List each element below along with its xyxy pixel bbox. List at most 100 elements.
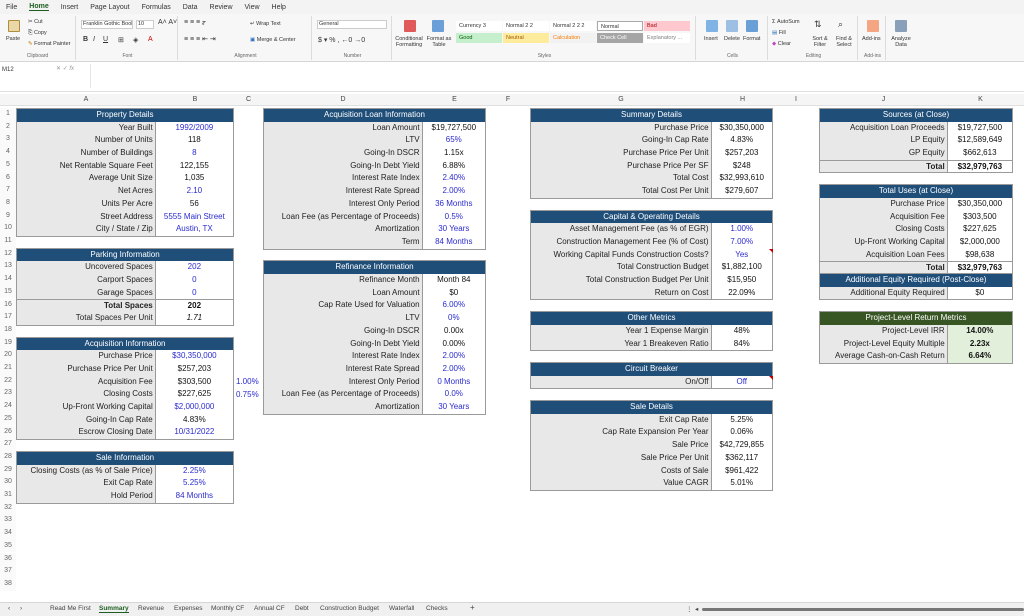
row-header[interactable]: 21 xyxy=(0,362,16,375)
row-value[interactable]: 5.25% xyxy=(155,477,233,490)
menu-insert[interactable]: Insert xyxy=(61,4,79,11)
sheet-tab-revenue[interactable]: Revenue xyxy=(138,605,164,612)
row-value[interactable]: $30,350,000 xyxy=(947,197,1012,211)
row-value[interactable]: $15,950 xyxy=(711,274,772,287)
fill-button[interactable]: ▤ Fill xyxy=(772,30,786,36)
row-value[interactable]: $227,625 xyxy=(947,223,1012,236)
row-header[interactable]: 10 xyxy=(0,222,16,235)
format-as-table-icon[interactable] xyxy=(432,20,444,32)
sheet-tab-annual-cf[interactable]: Annual CF xyxy=(254,605,285,612)
sheet-tab-checks[interactable]: Checks xyxy=(426,605,448,612)
row-header[interactable]: 33 xyxy=(0,514,16,528)
comment-indicator-icon[interactable] xyxy=(769,375,773,380)
row-header[interactable]: 7 xyxy=(0,184,16,197)
tab-options-icon[interactable]: ⋮ xyxy=(686,605,693,613)
align-horizontal-icons[interactable]: ≡ ≡ ≡ ⇤ ⇥ xyxy=(184,35,216,43)
row-value[interactable]: $19,727,500 xyxy=(947,121,1012,135)
menu-file[interactable]: File xyxy=(6,4,17,11)
format-painter-button[interactable]: ✎ Format Painter xyxy=(28,41,71,47)
row-value[interactable]: 30 Years xyxy=(422,400,485,414)
row-value[interactable]: 14.00% xyxy=(947,324,1012,338)
row-header[interactable]: 20 xyxy=(0,349,16,362)
font-name-select[interactable]: Franklin Gothic Book xyxy=(81,20,133,29)
row-value[interactable]: 2.00% xyxy=(422,362,485,376)
add-sheet-icon[interactable]: + xyxy=(470,603,475,612)
row-value[interactable]: $227,625 xyxy=(155,388,233,402)
row-value[interactable]: $961,422 xyxy=(711,464,772,478)
next-sheet-icon[interactable]: › xyxy=(20,605,22,612)
row-value[interactable]: 1.71 xyxy=(155,312,233,325)
column-header-c[interactable]: C xyxy=(234,94,263,106)
column-header-d[interactable]: D xyxy=(263,94,423,106)
addins-icon[interactable] xyxy=(867,20,879,32)
column-header-h[interactable]: H xyxy=(712,94,773,106)
row-value[interactable]: 2.00% xyxy=(422,185,485,198)
row-value[interactable]: $32,993,610 xyxy=(711,172,772,186)
row-value[interactable]: 0.06% xyxy=(711,426,772,440)
paste-button[interactable]: Paste xyxy=(6,36,20,42)
row-value[interactable]: $98,638 xyxy=(947,248,1012,262)
row-header[interactable]: 15 xyxy=(0,285,16,299)
sort-filter-button[interactable]: Sort & Filter xyxy=(810,36,830,48)
row-header[interactable]: 9 xyxy=(0,209,16,223)
analyze-data-button[interactable]: Analyze Data xyxy=(890,36,912,48)
row-header[interactable]: 23 xyxy=(0,387,16,401)
row-value[interactable]: 48% xyxy=(711,324,772,338)
row-header[interactable]: 27 xyxy=(0,438,16,451)
row-header[interactable]: 16 xyxy=(0,298,16,312)
row-value[interactable]: 6.88% xyxy=(422,159,485,173)
row-value[interactable]: 36 Months xyxy=(422,197,485,211)
row-value[interactable]: 2.25% xyxy=(155,464,233,478)
copy-button[interactable]: ⎘ Copy xyxy=(28,30,47,37)
row-header[interactable]: 1 xyxy=(0,108,16,121)
row-header[interactable]: 30 xyxy=(0,476,16,489)
row-value[interactable]: Austin, TX xyxy=(155,223,233,236)
row-value[interactable]: 0 xyxy=(155,274,233,287)
row-value[interactable]: 1,035 xyxy=(155,172,233,186)
row-value[interactable]: 2.10 xyxy=(155,185,233,198)
row-value[interactable]: $0 xyxy=(947,286,1012,300)
menu-page-layout[interactable]: Page Layout xyxy=(90,4,129,11)
row-header[interactable]: 38 xyxy=(0,577,16,591)
sheet-tab-waterfall[interactable]: Waterfall xyxy=(389,605,414,612)
insert-button[interactable]: Insert xyxy=(704,36,718,42)
bold-button[interactable]: B xyxy=(83,36,88,43)
row-header[interactable]: 14 xyxy=(0,273,16,286)
row-header[interactable]: 29 xyxy=(0,463,16,477)
analyze-data-icon[interactable] xyxy=(895,20,907,32)
style-good[interactable]: Good xyxy=(456,33,502,43)
row-value[interactable]: 202 xyxy=(155,261,233,275)
row-header[interactable]: 18 xyxy=(0,323,16,337)
fx-icon[interactable]: ✕ ✓ fx xyxy=(56,65,74,72)
row-value[interactable]: 84% xyxy=(711,337,772,351)
row-header[interactable]: 28 xyxy=(0,450,16,464)
row-value[interactable]: $257,203 xyxy=(711,147,772,160)
row-value[interactable]: 6.00% xyxy=(422,299,485,313)
scroll-left-icon[interactable]: ◂ xyxy=(695,605,698,613)
row-value[interactable]: $303,500 xyxy=(155,375,233,389)
name-box[interactable]: M12 xyxy=(2,65,46,75)
row-value[interactable]: 0.0% xyxy=(422,388,485,401)
delete-button[interactable]: Delete xyxy=(724,36,740,42)
row-header[interactable]: 4 xyxy=(0,146,16,159)
clear-button[interactable]: ◆ Clear xyxy=(772,41,791,47)
style-normal[interactable]: Normal xyxy=(597,21,643,31)
conditional-formatting-icon[interactable] xyxy=(404,20,416,32)
row-value[interactable]: 4.83% xyxy=(711,134,772,148)
cut-button[interactable]: ✂ Cut xyxy=(28,19,43,25)
acquisition-fee-pct[interactable]: 1.00% xyxy=(236,377,259,386)
menu-review[interactable]: Review xyxy=(210,4,233,11)
row-value[interactable]: $2,000,000 xyxy=(155,401,233,414)
menu-home[interactable]: Home xyxy=(29,3,49,11)
row-value[interactable]: 0 xyxy=(155,286,233,300)
row-value[interactable]: 65% xyxy=(422,134,485,148)
column-header-e[interactable]: E xyxy=(423,94,486,106)
align-top-icons[interactable]: ≡ ≡ ≡ ⦫ xyxy=(184,19,206,27)
sort-filter-icon[interactable]: ⇅ xyxy=(814,19,822,30)
row-header[interactable]: 17 xyxy=(0,311,16,324)
row-header[interactable]: 6 xyxy=(0,171,16,185)
row-value[interactable]: 2.23x xyxy=(947,337,1012,351)
style-bad[interactable]: Bad xyxy=(644,21,690,31)
wrap-text-button[interactable]: ↵ Wrap Text xyxy=(250,21,281,27)
row-value[interactable]: 84 Months xyxy=(422,235,485,249)
